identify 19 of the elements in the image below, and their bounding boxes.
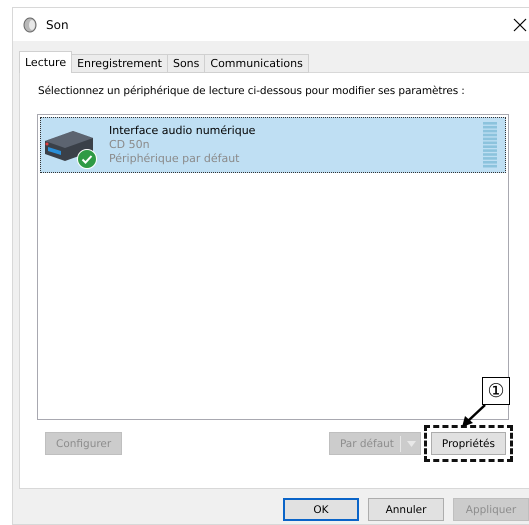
device-model: CD 50n xyxy=(109,138,151,152)
close-icon[interactable] xyxy=(513,18,527,32)
window-title: Son xyxy=(46,18,70,32)
device-status: Périphérique par défaut xyxy=(109,152,240,166)
panel-button[interactable]: Propriétés xyxy=(430,432,506,455)
dropdown-arrow-icon xyxy=(406,440,416,446)
dialog-button[interactable]: Annuler xyxy=(368,498,444,521)
tab[interactable]: Communications xyxy=(204,54,309,73)
tab[interactable]: Lecture xyxy=(19,51,72,73)
device-name: Interface audio numérique xyxy=(109,124,256,138)
callout-arrow xyxy=(461,404,487,428)
device-row[interactable]: Interface audio numérique CD 50n Périphérique par défaut xyxy=(40,117,506,173)
speaker-icon xyxy=(23,16,37,32)
tab[interactable]: Enregistrement xyxy=(71,54,168,73)
dialog-button[interactable]: OK xyxy=(283,498,359,521)
tab[interactable]: Sons xyxy=(166,54,206,73)
callout-label: ① xyxy=(482,377,510,405)
instruction-text: Sélectionnez un périphérique de lecture ci-dessous pour modifier ses paramètres : xyxy=(38,85,466,97)
level-meter-icon xyxy=(483,122,497,168)
